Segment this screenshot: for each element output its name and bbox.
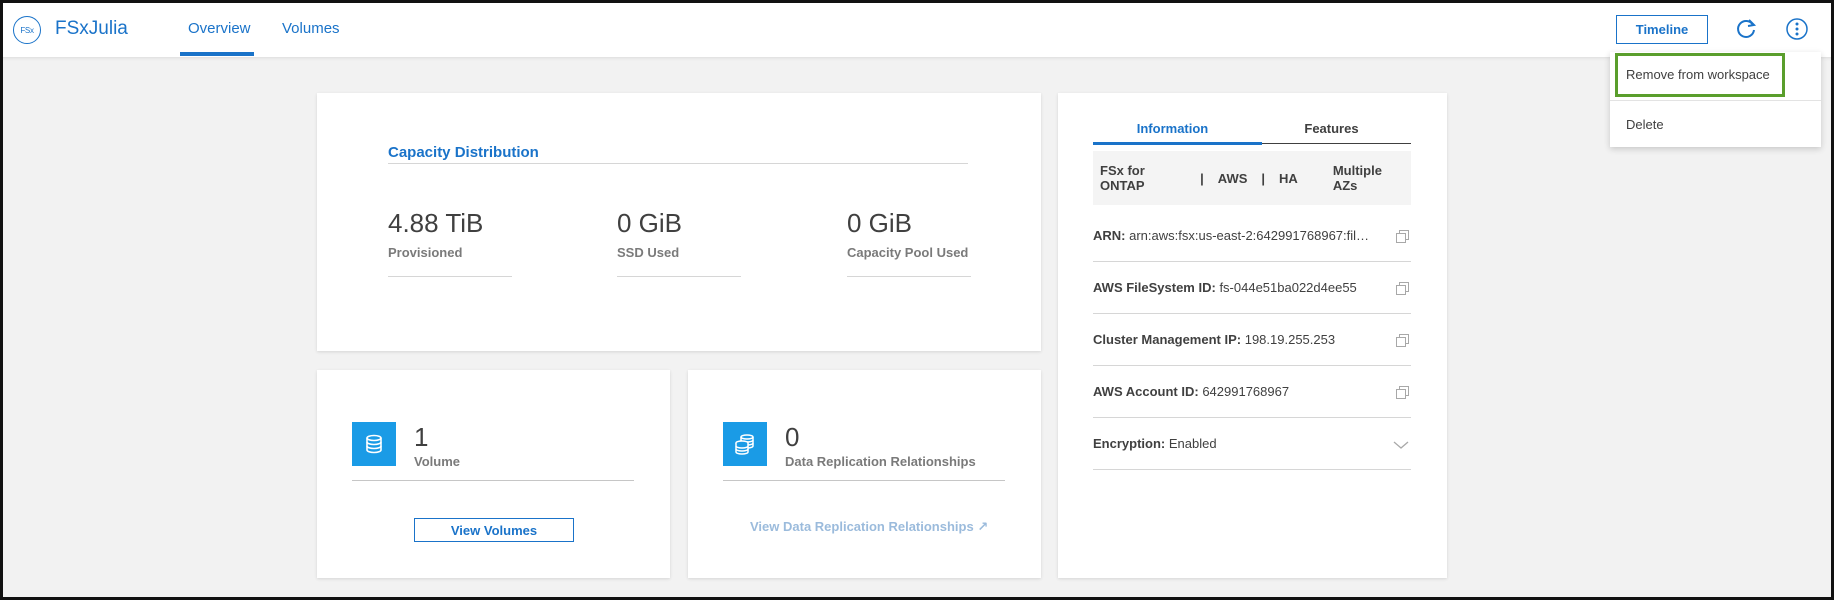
tab-features[interactable]: Features	[1252, 121, 1411, 136]
information-card: Information Features FSx for ONTAP | AWS…	[1058, 93, 1447, 578]
database-icon	[352, 422, 396, 466]
volume-count: 1	[414, 422, 429, 452]
metric-ssd-used: 0 GiB SSD Used	[617, 208, 741, 260]
timeline-button[interactable]: Timeline	[1616, 15, 1708, 44]
info-row-arn: ARN: arn:aws:fsx:us-east-2:642991768967:…	[1093, 211, 1411, 262]
metric-label: SSD Used	[617, 245, 680, 260]
refresh-icon[interactable]	[1733, 16, 1759, 42]
info-row-filesystem-id: AWS FileSystem ID: fs-044e51ba022d4ee55	[1093, 263, 1411, 314]
database-stack-icon	[723, 422, 767, 466]
divider	[617, 276, 741, 277]
capacity-title: Capacity Distribution	[388, 144, 539, 161]
view-volumes-button[interactable]: View Volumes	[414, 518, 574, 542]
metric-value: 0 GiB	[847, 208, 913, 238]
fsx-logo-icon: FSx	[13, 16, 41, 44]
divider	[847, 276, 971, 277]
info-key: Cluster Management IP:	[1093, 332, 1242, 347]
metric-value: 4.88 TiB	[388, 208, 484, 238]
summary-item: FSx for ONTAP	[1100, 163, 1145, 193]
info-value: 642991768967	[1202, 384, 1290, 399]
info-value: 198.19.255.253	[1244, 332, 1336, 347]
actions-dropdown-menu: Remove from workspace Delete	[1610, 52, 1821, 147]
volumes-card: 1 Volume View Volumes	[317, 370, 670, 578]
info-key: AWS FileSystem ID:	[1093, 280, 1216, 295]
working-environment-title: FSxJulia	[55, 18, 128, 39]
menu-divider	[1610, 100, 1821, 101]
copy-icon[interactable]	[1396, 386, 1409, 399]
active-tab-indicator	[1093, 142, 1262, 145]
replication-label: Data Replication Relationships	[785, 454, 976, 469]
metric-capacity-pool-used: 0 GiB Capacity Pool Used	[847, 208, 971, 260]
info-key: ARN:	[1093, 228, 1126, 243]
tab-overview[interactable]: Overview	[188, 20, 251, 37]
replication-card: 0 Data Replication Relationships View Da…	[688, 370, 1041, 578]
info-row-encryption[interactable]: Encryption: Enabled	[1093, 419, 1411, 470]
tab-information[interactable]: Information	[1093, 121, 1252, 136]
kebab-menu-icon[interactable]	[1785, 17, 1809, 41]
top-header: FSx FSxJulia Overview Volumes Timeline	[0, 0, 1834, 58]
summary-separator: |	[1200, 170, 1204, 186]
metric-value: 0 GiB	[617, 208, 683, 238]
info-value: arn:aws:fsx:us-east-2:642991768967:file.…	[1129, 228, 1373, 243]
info-row-text: ARN: arn:aws:fsx:us-east-2:642991768967:…	[1093, 228, 1373, 243]
volume-label: Volume	[414, 454, 460, 469]
summary-item: HA	[1279, 170, 1298, 186]
copy-icon[interactable]	[1396, 334, 1409, 347]
info-row-text: Cluster Management IP: 198.19.255.253	[1093, 332, 1373, 347]
info-value: fs-044e51ba022d4ee55	[1219, 280, 1357, 295]
replication-count: 0	[785, 422, 800, 452]
summary-separator: |	[1261, 170, 1266, 186]
deployment-summary: FSx for ONTAP | AWS | HA Multiple AZs	[1093, 151, 1411, 205]
divider	[388, 163, 968, 164]
active-tab-indicator	[180, 52, 254, 56]
menu-item-remove-from-workspace[interactable]: Remove from workspace	[1610, 52, 1821, 98]
view-replication-link[interactable]: View Data Replication Relationships ↗	[750, 519, 988, 535]
copy-icon[interactable]	[1396, 282, 1409, 295]
info-row-text: AWS FileSystem ID: fs-044e51ba022d4ee55	[1093, 280, 1373, 295]
summary-item: Multiple AZs	[1332, 163, 1382, 193]
divider	[723, 480, 1005, 481]
info-row-account-id: AWS Account ID: 642991768967	[1093, 367, 1411, 418]
info-key: AWS Account ID:	[1093, 384, 1199, 399]
menu-item-delete[interactable]: Delete	[1610, 102, 1821, 147]
chevron-down-icon[interactable]	[1393, 439, 1409, 451]
metric-label: Provisioned	[388, 245, 463, 260]
metric-label: Capacity Pool Used	[847, 245, 969, 260]
tab-volumes[interactable]: Volumes	[282, 20, 340, 37]
info-value: Enabled	[1168, 436, 1217, 451]
info-row-text: Encryption: Enabled	[1093, 436, 1373, 451]
info-row-text: AWS Account ID: 642991768967	[1093, 384, 1373, 399]
capacity-distribution-card: Capacity Distribution 4.88 TiB Provision…	[317, 93, 1041, 351]
divider	[388, 276, 512, 277]
copy-icon[interactable]	[1396, 230, 1409, 243]
divider	[352, 480, 634, 481]
info-key: Encryption:	[1093, 436, 1166, 451]
summary-item: AWS	[1217, 170, 1248, 186]
metric-provisioned: 4.88 TiB Provisioned	[388, 208, 512, 260]
info-row-cluster-ip: Cluster Management IP: 198.19.255.253	[1093, 315, 1411, 366]
